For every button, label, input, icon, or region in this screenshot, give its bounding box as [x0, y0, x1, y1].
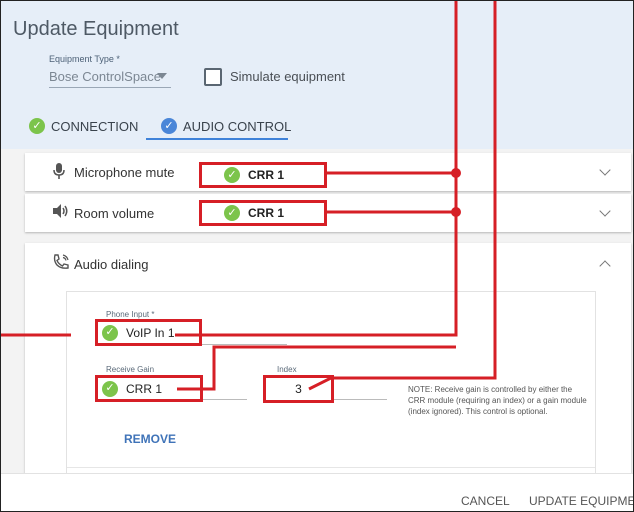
remove-button[interactable]: REMOVE	[124, 432, 176, 446]
chevron-down-icon[interactable]	[599, 205, 611, 217]
update-equipment-button[interactable]: UPDATE EQUIPMENT	[529, 494, 633, 508]
room-volume-module: CRR 1	[248, 206, 285, 220]
check-circle-icon: ✓	[161, 118, 177, 134]
index-value: 3	[295, 382, 302, 396]
microphone-mute-row[interactable]: Microphone mute ✓ CRR 1	[25, 153, 631, 191]
simulate-equipment-checkbox[interactable]	[204, 68, 222, 86]
room-volume-row[interactable]: Room volume ✓ CRR 1	[25, 194, 631, 232]
microphone-mute-module: CRR 1	[248, 168, 285, 182]
receive-gain-field[interactable]: ✓ CRR 1	[95, 375, 203, 402]
check-circle-icon: ✓	[102, 380, 118, 397]
receive-gain-label: Receive Gain	[106, 365, 155, 374]
phone-input-value: VoIP In 1	[126, 325, 175, 340]
dialog-title: Update Equipment	[13, 18, 179, 40]
audio-dialing-label: Audio dialing	[74, 257, 149, 272]
receive-gain-note: NOTE: Receive gain is controlled by eith…	[408, 385, 587, 416]
audio-dialing-section: Audio dialing Phone Input * ✓ VoIP In 1 …	[25, 243, 631, 511]
simulate-equipment-label[interactable]: Simulate equipment	[230, 69, 345, 84]
cancel-button[interactable]: CANCEL	[461, 494, 510, 508]
equipment-type-label: Equipment Type *	[49, 54, 120, 64]
microphone-mute-module-tag[interactable]: ✓ CRR 1	[199, 162, 327, 188]
index-label: Index	[277, 365, 297, 374]
check-circle-icon: ✓	[224, 167, 240, 183]
tab-connection-label: CONNECTION	[51, 118, 139, 134]
tab-audio-control[interactable]: ✓ AUDIO CONTROL	[161, 113, 291, 139]
check-circle-icon: ✓	[224, 205, 240, 221]
index-field[interactable]: 3	[263, 375, 334, 403]
tab-connection[interactable]: ✓ CONNECTION	[29, 113, 138, 139]
update-equipment-dialog: Update Equipment Equipment Type * Bose C…	[0, 0, 634, 512]
tab-audio-control-label: AUDIO CONTROL	[183, 118, 292, 134]
phone-icon	[53, 254, 69, 274]
check-circle-icon: ✓	[29, 118, 45, 134]
active-tab-indicator	[146, 138, 288, 140]
dialog-header: Update Equipment Equipment Type * Bose C…	[1, 1, 633, 149]
phone-input-field[interactable]: ✓ VoIP In 1	[95, 319, 202, 346]
chevron-down-icon[interactable]	[599, 164, 611, 176]
receive-gain-value: CRR 1	[126, 381, 163, 396]
microphone-mute-label: Microphone mute	[74, 165, 175, 180]
microphone-icon	[53, 163, 65, 183]
equipment-type-select[interactable]: Bose ControlSpace	[49, 67, 171, 88]
check-circle-icon: ✓	[102, 324, 118, 341]
room-volume-module-tag[interactable]: ✓ CRR 1	[199, 200, 327, 226]
speaker-icon	[53, 204, 69, 222]
panel-divider	[67, 467, 595, 468]
dialog-footer: CANCEL UPDATE EQUIPMENT	[1, 473, 633, 511]
room-volume-label: Room volume	[74, 206, 155, 221]
phone-input-label: Phone Input *	[106, 310, 155, 319]
equipment-type-value: Bose ControlSpace	[49, 69, 162, 84]
chevron-up-icon[interactable]	[599, 260, 611, 272]
caret-down-icon	[157, 73, 167, 79]
